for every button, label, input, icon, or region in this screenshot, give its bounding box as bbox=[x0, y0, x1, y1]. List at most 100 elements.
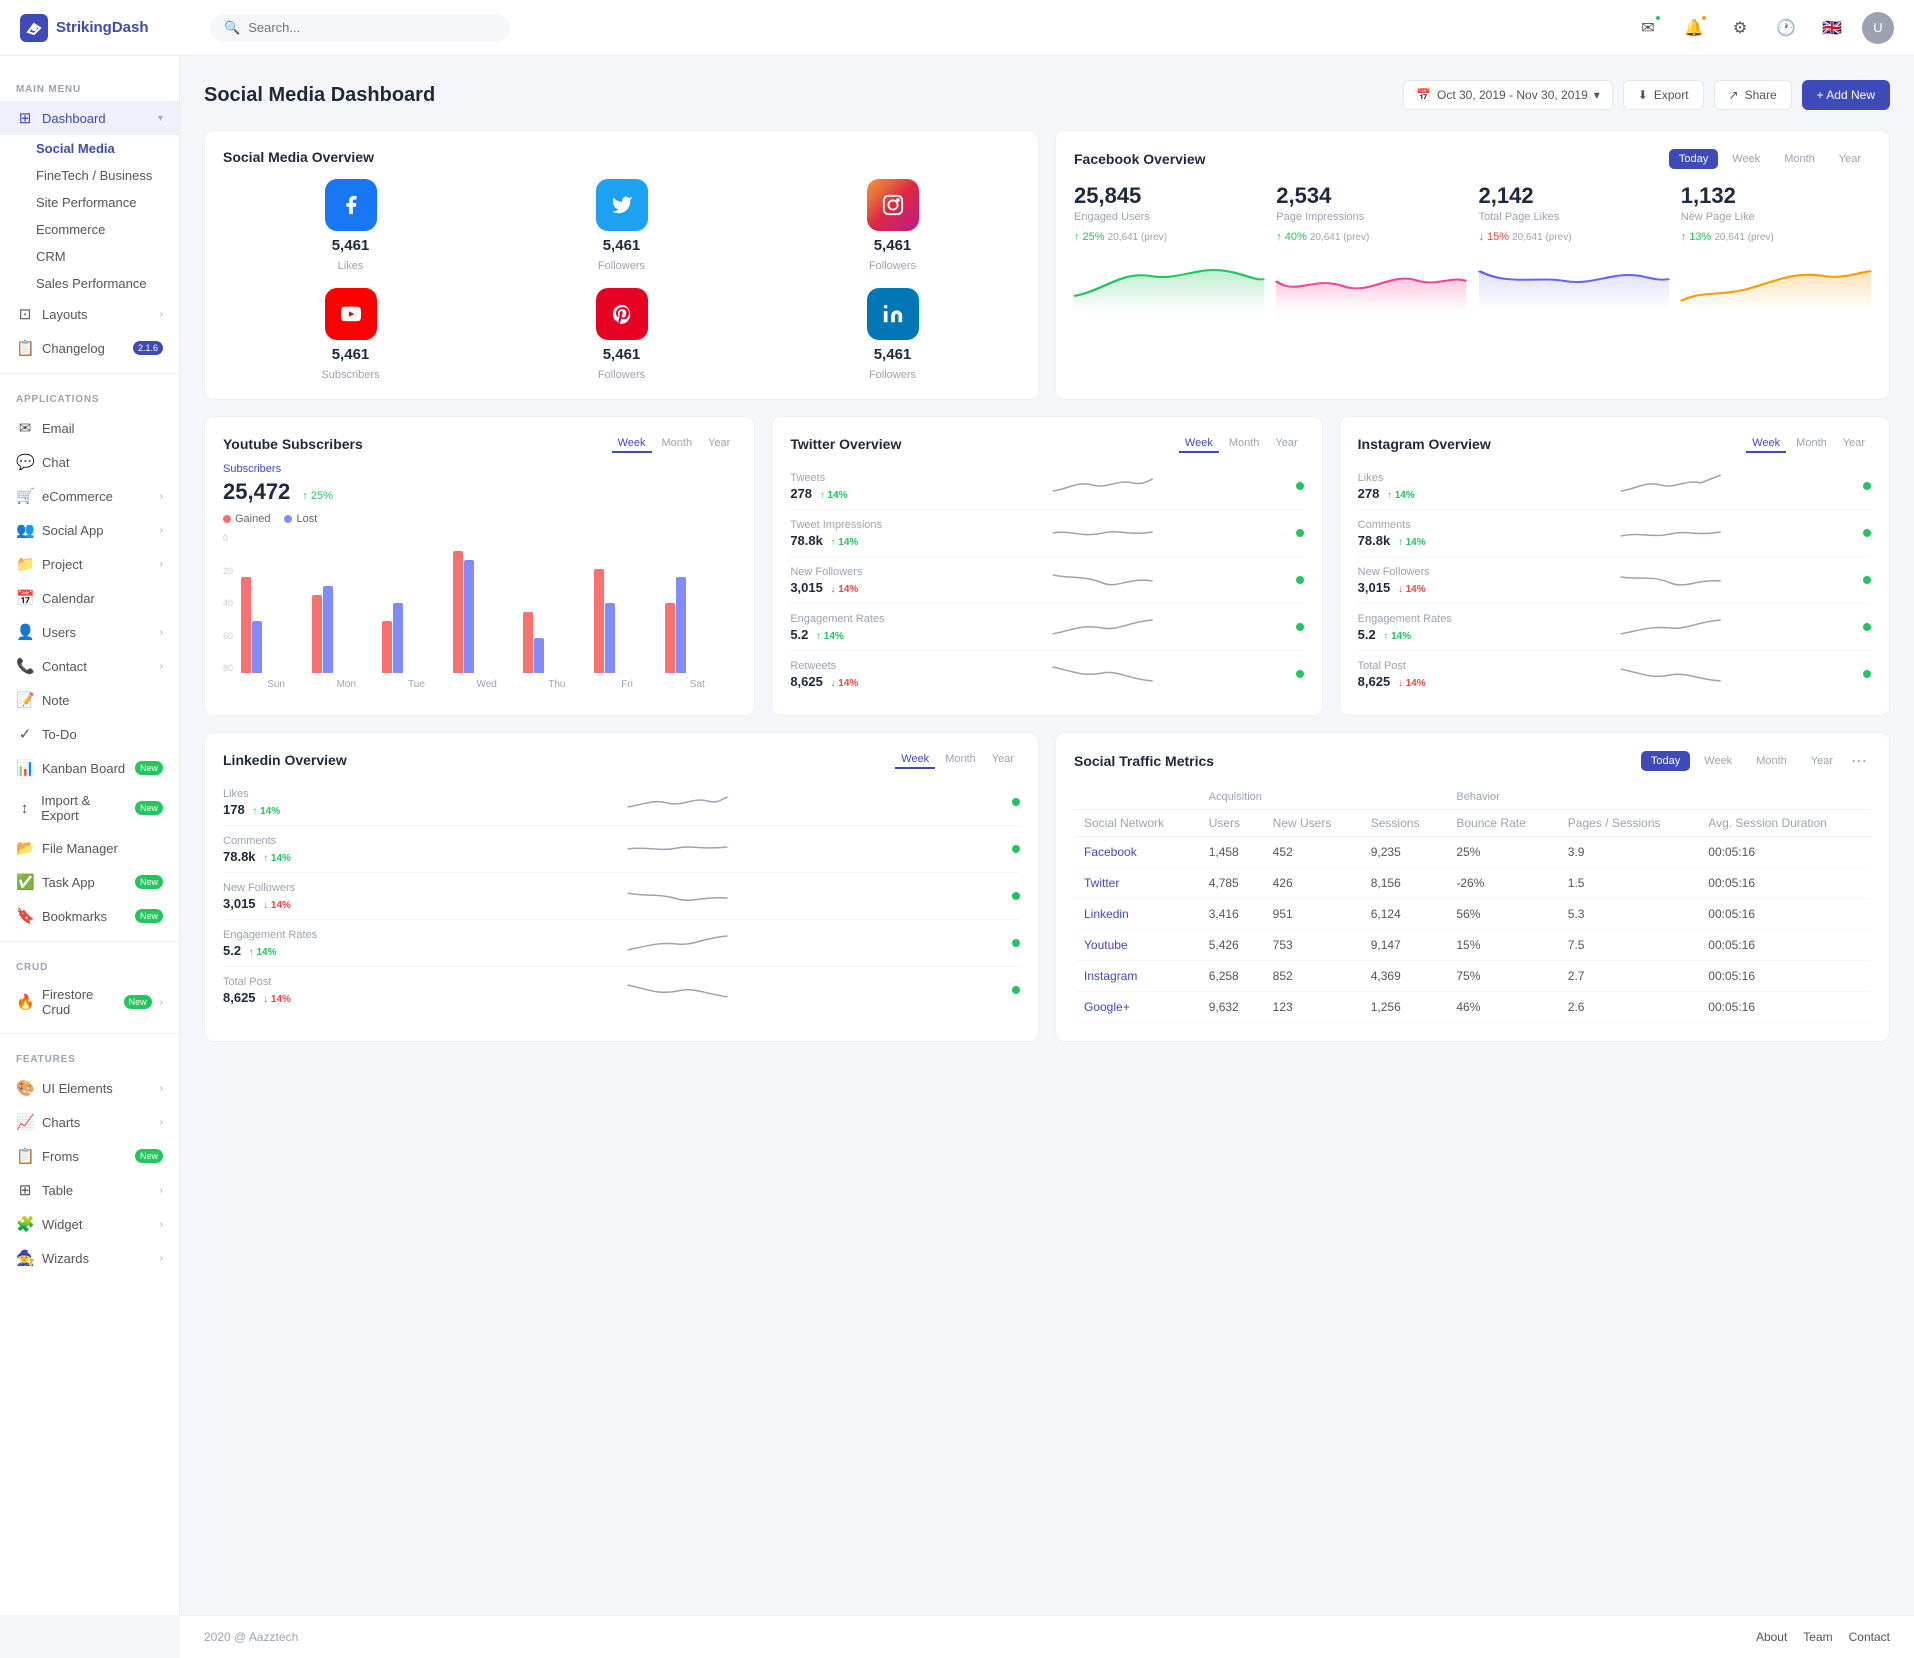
mail-icon-btn[interactable]: ✉ bbox=[1632, 12, 1664, 44]
yt-tab-year[interactable]: Year bbox=[702, 435, 736, 453]
sidebar-sub-ecommerce[interactable]: Ecommerce bbox=[36, 216, 179, 243]
fb-tab-month[interactable]: Month bbox=[1774, 149, 1825, 169]
footer-link-team[interactable]: Team bbox=[1803, 1630, 1832, 1644]
fb-tab-year[interactable]: Year bbox=[1829, 149, 1871, 169]
tw-tab-week[interactable]: Week bbox=[1179, 435, 1219, 453]
traffic-more-btn[interactable]: ⋯ bbox=[1847, 751, 1871, 771]
sidebar-item-table[interactable]: ⊞ Table › bbox=[0, 1173, 179, 1207]
sidebar-item-bookmarks[interactable]: 🔖 Bookmarks New bbox=[0, 899, 179, 933]
ig-followers-spark bbox=[1478, 565, 1863, 595]
li-tab-month[interactable]: Month bbox=[939, 751, 982, 769]
sidebar-item-firestore[interactable]: 🔥 Firestore Crud New › bbox=[0, 979, 179, 1025]
td-linkedin-link[interactable]: Linkedin bbox=[1074, 899, 1199, 930]
sidebar-item-wizards[interactable]: 🧙 Wizards › bbox=[0, 1241, 179, 1275]
tw-engagement-value: 5.2 ↑ 14% bbox=[790, 627, 910, 642]
sidebar-item-dashboard[interactable]: ⊞ Dashboard ▾ bbox=[0, 101, 179, 135]
firestore-badge: New bbox=[124, 995, 152, 1009]
changelog-badge: 2.1.6 bbox=[133, 341, 163, 355]
footer-link-contact[interactable]: Contact bbox=[1849, 1630, 1890, 1644]
search-input[interactable] bbox=[248, 20, 496, 35]
td-google-link[interactable]: Google+ bbox=[1074, 992, 1199, 1023]
froms-badge: New bbox=[135, 1149, 163, 1163]
sidebar-item-ui-elements[interactable]: 🎨 UI Elements › bbox=[0, 1071, 179, 1105]
li-followers-info: New Followers 3,015 ↓ 14% bbox=[223, 882, 343, 911]
footer-links: About Team Contact bbox=[1756, 1630, 1890, 1644]
add-new-button[interactable]: + Add New bbox=[1802, 80, 1890, 110]
sidebar-item-layouts[interactable]: ⊡ Layouts › bbox=[0, 297, 179, 331]
ig-tab-week[interactable]: Week bbox=[1746, 435, 1786, 453]
sidebar-item-users[interactable]: 👤 Users › bbox=[0, 615, 179, 649]
users-icon: 👤 bbox=[16, 623, 34, 641]
td-instagram-link[interactable]: Instagram bbox=[1074, 961, 1199, 992]
sidebar-sub-crm[interactable]: CRM bbox=[36, 243, 179, 270]
traffic-tab-today[interactable]: Today bbox=[1641, 751, 1690, 771]
li-total-post-spark bbox=[343, 975, 1012, 1005]
sidebar-sub-site-performance[interactable]: Site Performance bbox=[36, 189, 179, 216]
sidebar-item-import-export[interactable]: ↕ Import & Export New bbox=[0, 785, 179, 831]
fb-engaged-prev: 20,641 (prev) bbox=[1108, 232, 1167, 243]
flag-icon-btn[interactable]: 🇬🇧 bbox=[1816, 12, 1848, 44]
fb-tab-today[interactable]: Today bbox=[1669, 149, 1718, 169]
sidebar-item-ecommerce[interactable]: 🛒 eCommerce › bbox=[0, 479, 179, 513]
traffic-table: Acquisition Behavior Social Network User… bbox=[1074, 785, 1871, 1023]
ig-engagement-dot bbox=[1863, 623, 1871, 631]
share-button[interactable]: ↗ Share bbox=[1714, 80, 1792, 110]
topbar-actions: ✉ 🔔 ⚙ 🕐 🇬🇧 U bbox=[1632, 12, 1894, 44]
tw-title: Twitter Overview bbox=[790, 436, 901, 452]
main-menu-label: MAIN MENU bbox=[0, 72, 179, 101]
sidebar-item-froms[interactable]: 📋 Froms New bbox=[0, 1139, 179, 1173]
file-manager-icon: 📂 bbox=[16, 839, 34, 857]
tw-retweets-change: ↓ 14% bbox=[830, 678, 858, 689]
sidebar-item-email[interactable]: ✉ Email bbox=[0, 411, 179, 445]
td-twitter-link[interactable]: Twitter bbox=[1074, 868, 1199, 899]
user-avatar[interactable]: U bbox=[1862, 12, 1894, 44]
sidebar-item-kanban[interactable]: 📊 Kanban Board New bbox=[0, 751, 179, 785]
sidebar-item-changelog[interactable]: 📋 Changelog 2.1.6 bbox=[0, 331, 179, 365]
sidebar-item-file-manager[interactable]: 📂 File Manager bbox=[0, 831, 179, 865]
ig-tab-year[interactable]: Year bbox=[1837, 435, 1871, 453]
td-facebook-link[interactable]: Facebook bbox=[1074, 837, 1199, 868]
sidebar-item-todo[interactable]: ✓ To-Do bbox=[0, 717, 179, 751]
li-followers-value: 3,015 ↓ 14% bbox=[223, 896, 343, 911]
sidebar-file-manager-label: File Manager bbox=[42, 841, 118, 856]
sidebar-sub-sales[interactable]: Sales Performance bbox=[36, 270, 179, 297]
ig-total-post-info: Total Post 8,625 ↓ 14% bbox=[1358, 660, 1478, 689]
sidebar-item-project[interactable]: 📁 Project › bbox=[0, 547, 179, 581]
clock-icon-btn[interactable]: 🕐 bbox=[1770, 12, 1802, 44]
sidebar-item-task-app[interactable]: ✅ Task App New bbox=[0, 865, 179, 899]
th-sessions: Sessions bbox=[1361, 810, 1447, 837]
td-youtube-link[interactable]: Youtube bbox=[1074, 930, 1199, 961]
li-tab-week[interactable]: Week bbox=[895, 751, 935, 769]
yt-title: Youtube Subscribers bbox=[223, 436, 363, 452]
date-range-button[interactable]: 📅 Oct 30, 2019 - Nov 30, 2019 ▾ bbox=[1403, 80, 1613, 110]
sidebar-item-social-app[interactable]: 👥 Social App › bbox=[0, 513, 179, 547]
bell-icon-btn[interactable]: 🔔 bbox=[1678, 12, 1710, 44]
yt-tab-month[interactable]: Month bbox=[656, 435, 699, 453]
traffic-row-instagram: Instagram 6,258 852 4,369 75% 2.7 00:05:… bbox=[1074, 961, 1871, 992]
applications-label: APPLICATIONS bbox=[0, 382, 179, 411]
yt-header: Youtube Subscribers Week Month Year bbox=[223, 435, 736, 453]
search-bar[interactable]: 🔍 bbox=[210, 14, 510, 42]
sidebar-sub-fintech[interactable]: FineTech / Business bbox=[36, 162, 179, 189]
traffic-tab-week[interactable]: Week bbox=[1694, 751, 1742, 771]
sidebar-item-note[interactable]: 📝 Note bbox=[0, 683, 179, 717]
sidebar-sub-social-media[interactable]: Social Media bbox=[36, 135, 179, 162]
export-button[interactable]: ⬇ Export bbox=[1623, 80, 1704, 110]
traffic-tab-year[interactable]: Year bbox=[1801, 751, 1843, 771]
sidebar-item-calendar[interactable]: 📅 Calendar bbox=[0, 581, 179, 615]
sidebar-item-widget[interactable]: 🧩 Widget › bbox=[0, 1207, 179, 1241]
traffic-tab-month[interactable]: Month bbox=[1746, 751, 1797, 771]
fb-tab-week[interactable]: Week bbox=[1722, 149, 1770, 169]
sidebar-changelog-label: Changelog bbox=[42, 341, 105, 356]
sidebar-item-charts[interactable]: 📈 Charts › bbox=[0, 1105, 179, 1139]
tw-tab-month[interactable]: Month bbox=[1223, 435, 1266, 453]
sidebar-item-contact[interactable]: 📞 Contact › bbox=[0, 649, 179, 683]
gear-icon-btn[interactable]: ⚙ bbox=[1724, 12, 1756, 44]
ig-tab-month[interactable]: Month bbox=[1790, 435, 1833, 453]
li-tab-year[interactable]: Year bbox=[986, 751, 1020, 769]
footer-link-about[interactable]: About bbox=[1756, 1630, 1787, 1644]
ig-metric-followers: New Followers 3,015 ↓ 14% bbox=[1358, 557, 1871, 604]
yt-tab-week[interactable]: Week bbox=[612, 435, 652, 453]
tw-tab-year[interactable]: Year bbox=[1269, 435, 1303, 453]
sidebar-item-chat[interactable]: 💬 Chat bbox=[0, 445, 179, 479]
